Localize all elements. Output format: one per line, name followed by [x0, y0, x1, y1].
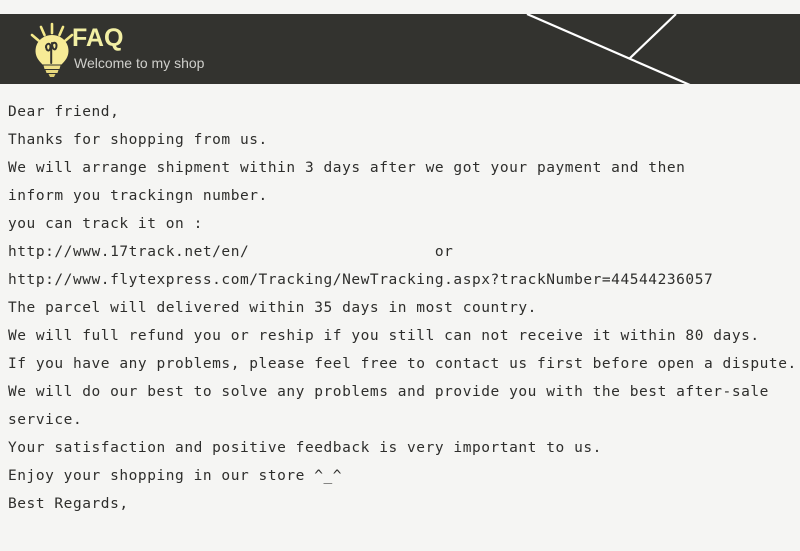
faq-page: FAQ Welcome to my shop Dear friend, Than… [0, 0, 800, 551]
body-line-service: service. [8, 412, 83, 428]
faq-body: Dear friend, Thanks for shopping from us… [8, 98, 798, 518]
body-line-thanks: Thanks for shopping from us. [8, 132, 268, 148]
faq-header-banner: FAQ Welcome to my shop [0, 14, 800, 84]
body-line-tracking-url-2: http://www.flytexpress.com/Tracking/NewT… [8, 272, 714, 288]
body-line-problems: If you have any problems, please feel fr… [8, 356, 797, 372]
body-line-inform: inform you trackingn number. [8, 188, 268, 204]
lightbulb-icon [30, 22, 74, 77]
body-line-shipment: We will arrange shipment within 3 days a… [8, 160, 686, 176]
header-title-block: FAQ Welcome to my shop [72, 25, 492, 73]
header-inner: FAQ Welcome to my shop [0, 14, 800, 84]
body-line-refund: We will full refund you or reship if you… [8, 328, 760, 344]
body-line-satisfaction: Your satisfaction and positive feedback … [8, 440, 602, 456]
page-title: FAQ [72, 24, 124, 52]
body-line-enjoy: Enjoy your shopping in our store ^_^ [8, 468, 343, 484]
body-line-parcel-delivery: The parcel will delivered within 35 days… [8, 300, 537, 316]
body-line-track-intro: you can track it on : [8, 216, 203, 232]
body-line-tracking-url-1: http://www.17track.net/en/ or [8, 244, 454, 260]
body-line-best-effort: We will do our best to solve any problem… [8, 384, 769, 400]
body-line-regards: Best Regards, [8, 496, 129, 512]
page-subtitle: Welcome to my shop [74, 55, 205, 71]
body-line-greeting: Dear friend, [8, 104, 120, 120]
